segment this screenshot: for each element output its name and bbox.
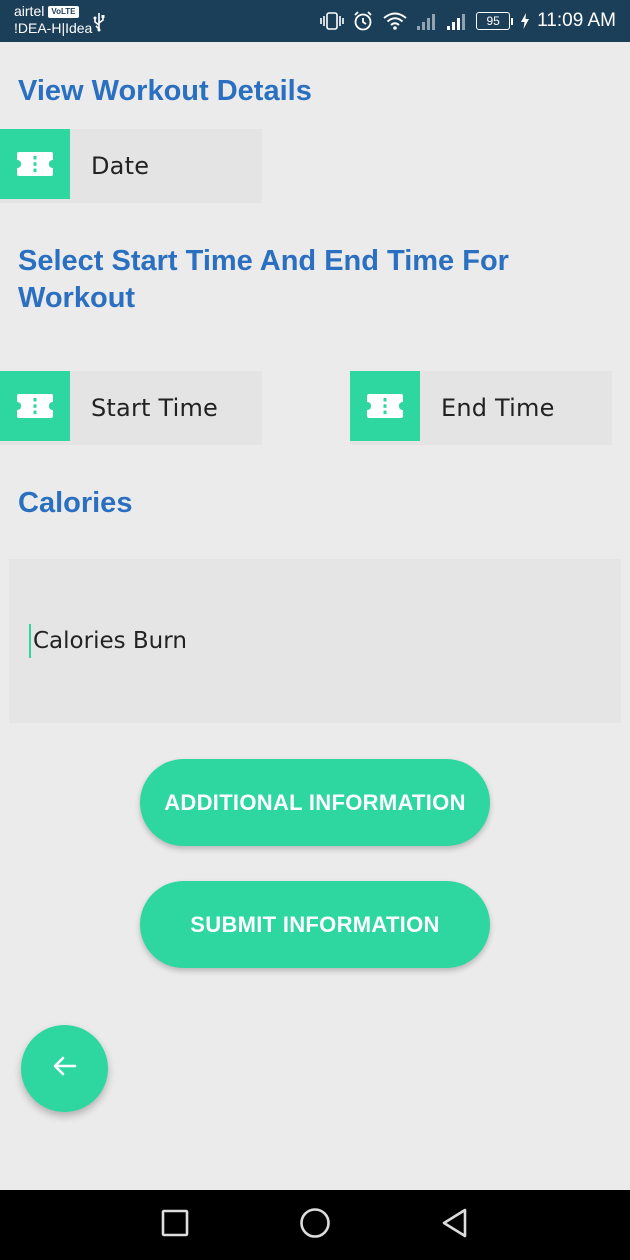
calories-input[interactable] xyxy=(29,624,593,658)
carrier-name: airtel xyxy=(14,3,45,19)
submit-information-button[interactable]: SUBMIT INFORMATION xyxy=(140,881,490,968)
start-time-label: Start Time xyxy=(91,394,218,422)
ticket-icon xyxy=(0,129,70,199)
back-fab-button[interactable] xyxy=(21,1025,108,1112)
volte-badge: VoLTE xyxy=(48,5,79,18)
home-icon xyxy=(299,1207,331,1244)
carrier-info: airtel VoLTE !DEA-H|Idea xyxy=(14,3,92,37)
charging-icon xyxy=(521,13,530,29)
signal-icon xyxy=(416,11,438,31)
date-picker[interactable]: Date xyxy=(0,129,262,203)
recents-icon xyxy=(161,1209,189,1242)
arrow-left-icon xyxy=(52,1055,78,1082)
back-icon xyxy=(440,1207,470,1244)
alarm-icon xyxy=(352,10,374,32)
date-label: Date xyxy=(91,152,150,180)
calories-container xyxy=(9,559,621,723)
battery-level: 95 xyxy=(476,12,511,30)
time-section-title: Select Start Time And End Time For Worko… xyxy=(18,245,509,314)
status-icons: 95 11:09 AM xyxy=(320,0,616,42)
additional-information-button[interactable]: ADDITIONAL INFORMATION xyxy=(140,759,490,846)
vibrate-icon xyxy=(320,11,344,31)
usb-icon xyxy=(92,12,106,37)
start-time-picker[interactable]: Start Time xyxy=(0,371,262,445)
end-time-picker[interactable]: End Time xyxy=(350,371,612,445)
calories-title: Calories xyxy=(18,487,133,519)
ticket-icon xyxy=(350,371,420,441)
signal-icon xyxy=(446,11,468,31)
wifi-icon xyxy=(382,11,408,31)
system-nav-bar xyxy=(0,1190,630,1260)
ticket-icon xyxy=(0,371,70,441)
battery-icon: 95 xyxy=(476,12,514,30)
clock: 11:09 AM xyxy=(537,10,616,31)
page-title: View Workout Details xyxy=(18,75,312,107)
end-time-label: End Time xyxy=(441,394,555,422)
back-button[interactable] xyxy=(435,1205,475,1245)
recents-button[interactable] xyxy=(155,1205,195,1245)
home-button[interactable] xyxy=(295,1205,335,1245)
status-bar: airtel VoLTE !DEA-H|Idea 95 11:09 AM xyxy=(0,0,630,42)
carrier-secondary: !DEA-H|Idea xyxy=(14,20,93,36)
